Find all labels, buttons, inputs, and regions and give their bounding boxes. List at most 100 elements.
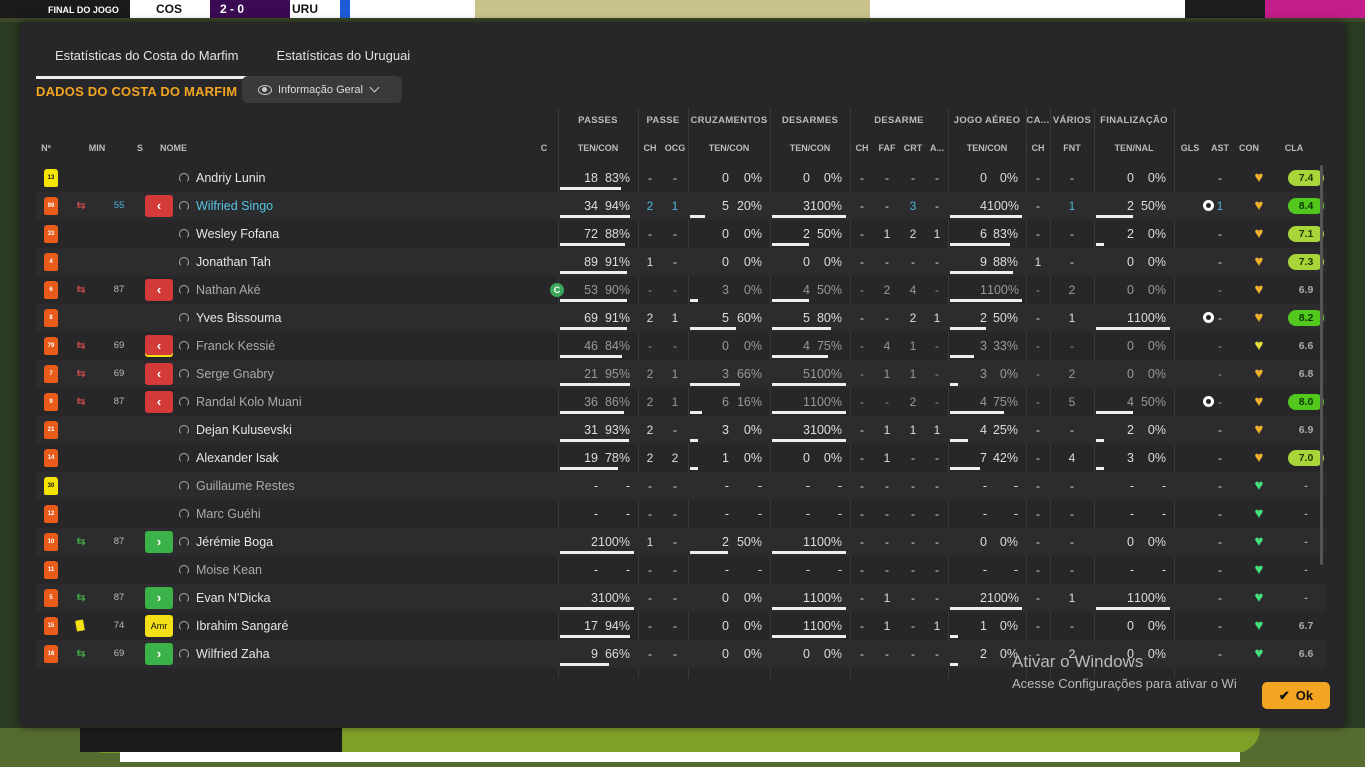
- player-name[interactable]: Yves Bissouma: [196, 304, 281, 332]
- stat-value: 2: [909, 311, 917, 325]
- stat-percent: 0%: [743, 591, 762, 605]
- stat-value: 1: [671, 311, 679, 325]
- stat-bar: [690, 327, 736, 330]
- goal-ball-icon: [1203, 396, 1214, 407]
- col-min[interactable]: MIN: [86, 138, 108, 158]
- table-row[interactable]: 33 Wesley Fofana 72 88% - -0 0% 2 50% -1 2 1 6 83% - -2…: [36, 220, 1326, 248]
- stat-percent: 0%: [1147, 283, 1166, 297]
- col-cruzamentos[interactable]: TEN/CON: [688, 138, 770, 158]
- stat-bar: [560, 635, 630, 638]
- player-name[interactable]: Serge Gnabry: [196, 360, 274, 388]
- col-ast[interactable]: AST: [1208, 138, 1232, 158]
- stat-attempts: -: [593, 479, 598, 493]
- stat-value: 1: [933, 227, 941, 241]
- table-row[interactable]: 7 ⇆ 69 ‹ Serge Gnabry 21 95% 2 1 3 66% 5 100% -1 1-3 0%…: [36, 360, 1326, 388]
- stat-value: -: [935, 339, 939, 353]
- stat-percent: 0%: [1147, 255, 1166, 269]
- player-name[interactable]: Franck Kessié: [196, 332, 275, 360]
- col-name[interactable]: NOME: [160, 138, 200, 158]
- table-row[interactable]: 11 Moise Kean - - - - - - - - - - - - - - - - - - - ♥ -: [36, 556, 1326, 584]
- heart-condition-icon: ♥: [1254, 337, 1264, 354]
- player-name[interactable]: Andriy Lunin: [196, 164, 266, 192]
- col-s[interactable]: S: [132, 138, 148, 158]
- col-a[interactable]: A...: [926, 138, 948, 158]
- view-dropdown[interactable]: Informação Geral: [242, 76, 402, 103]
- table-row[interactable]: 99 ⇆ 55 ‹ Wilfried Singo 34 94% 2 1 5 20% 3 100% - -3-…: [36, 192, 1326, 220]
- stat-value: -: [1218, 367, 1222, 381]
- stat-value: 2: [646, 199, 654, 213]
- stat-attempts: 0: [803, 451, 810, 465]
- player-name[interactable]: Randal Kolo Muani: [196, 388, 302, 416]
- stat-value: -: [885, 255, 889, 269]
- col-cla[interactable]: CLA: [1278, 138, 1310, 158]
- col-finalizacao[interactable]: TEN/NAL: [1094, 138, 1174, 158]
- shirt-number-icon: 14: [44, 449, 58, 467]
- table-row[interactable]: 6 ⇆ 87 ‹ Nathan Aké C 53 90% - -3 0% 4 50% -2 4-1 100% -…: [36, 276, 1326, 304]
- heart-condition-icon: ♥: [1254, 365, 1264, 382]
- rating-badge: 8.0: [1288, 394, 1324, 410]
- col-no[interactable]: Nº: [36, 138, 56, 158]
- sub-minute: 87: [113, 396, 125, 407]
- col-jogo-aereo[interactable]: TEN/CON: [948, 138, 1026, 158]
- table-row[interactable]: 5 ⇆ 87 › Evan N'Dicka 3 100% - -0 0% 1 100% -1- -2 100…: [36, 584, 1326, 612]
- rating-badge: -: [1304, 592, 1308, 604]
- col-con[interactable]: CON: [1234, 138, 1264, 158]
- col-passe-ch[interactable]: CH: [638, 138, 662, 158]
- player-name[interactable]: Ibrahim Sangaré: [196, 612, 288, 640]
- sub-minute: 69: [113, 368, 125, 379]
- table-row[interactable]: 10 ⇆ 87 › Jérémie Boga 2 100% 1-2 50% 1 100% - - - -0 0…: [36, 528, 1326, 556]
- col-des-ch[interactable]: CH: [850, 138, 874, 158]
- player-name[interactable]: Moise Kean: [196, 556, 262, 584]
- stat-value: -: [860, 647, 864, 661]
- shirt-number-icon: 79: [44, 337, 58, 355]
- stat-percent: 0%: [743, 647, 762, 661]
- table-row[interactable]: 14 Alexander Isak 19 78% 2 2 1 0% 0 0% -1- -7 42% -4 3…: [36, 444, 1326, 472]
- stat-value: -: [673, 619, 677, 633]
- stat-value: -: [1218, 535, 1222, 549]
- player-name[interactable]: Wilfried Singo: [196, 192, 273, 220]
- table-row[interactable]: 13 Andriy Lunin 18 83% - -0 0% 0 0% - - - -0 0% - -0 0% -…: [36, 164, 1326, 192]
- stat-bar: [560, 607, 634, 610]
- player-name[interactable]: Dejan Kulusevski: [196, 416, 292, 444]
- stat-percent: 0%: [999, 367, 1018, 381]
- player-name[interactable]: Guillaume Restes: [196, 472, 295, 500]
- stat-value: 2: [883, 283, 891, 297]
- col-c[interactable]: C: [536, 138, 552, 158]
- scrollbar[interactable]: [1320, 165, 1323, 565]
- stat-value: -: [648, 479, 652, 493]
- stat-percent: 0%: [743, 227, 762, 241]
- col-crt[interactable]: CRT: [900, 138, 926, 158]
- tab-uruguai[interactable]: Estatísticas do Uruguai: [258, 40, 430, 76]
- table-row[interactable]: 4 Jonathan Tah 89 91% 1-0 0% 0 0% - - - -9 88% 1-0 0% -…: [36, 248, 1326, 276]
- table-row[interactable]: 79 ⇆ 69 ‹ Franck Kessié 46 84% - -0 0% 4 75% -4 1-3 33…: [36, 332, 1326, 360]
- table-row[interactable]: 9 ⇆ 87 ‹ Randal Kolo Muani 36 86% 2 1 6 16% 1 100% - -…: [36, 388, 1326, 416]
- ok-button[interactable]: ✔ Ok: [1262, 682, 1330, 709]
- table-row[interactable]: 30 Guillaume Restes - - - - - - - - - - - - - - - - - - - ♥ -: [36, 472, 1326, 500]
- col-ca-ch[interactable]: CH: [1026, 138, 1050, 158]
- table-row[interactable]: 21 Dejan Kulusevski 31 93% 2-3 0% 3 100% -1 1 1 4 25…: [36, 416, 1326, 444]
- player-name[interactable]: Alexander Isak: [196, 444, 279, 472]
- shirt-number-icon: 12: [44, 505, 58, 523]
- stat-value: -: [885, 479, 889, 493]
- col-fnt[interactable]: FNT: [1050, 138, 1094, 158]
- player-name[interactable]: Nathan Aké: [196, 276, 261, 304]
- player-name[interactable]: Wilfried Zaha: [196, 640, 270, 668]
- col-desarmes[interactable]: TEN/CON: [770, 138, 850, 158]
- player-name[interactable]: Jonathan Tah: [196, 248, 271, 276]
- player-name[interactable]: Wesley Fofana: [196, 220, 279, 248]
- stat-attempts: 0: [722, 339, 729, 353]
- stat-percent: 50%: [1140, 199, 1166, 213]
- stat-attempts: -: [724, 563, 729, 577]
- tab-costa-do-marfim[interactable]: Estatísticas do Costa do Marfim: [36, 40, 258, 79]
- shirt-number-icon: 10: [44, 533, 58, 551]
- table-row[interactable]: 12 Marc Guéhi - - - - - - - - - - - - - - - - - - - ♥ -: [36, 500, 1326, 528]
- col-faf[interactable]: FAF: [874, 138, 900, 158]
- player-name[interactable]: Evan N'Dicka: [196, 584, 271, 612]
- table-row[interactable]: 15 74 Amr Ibrahim Sangaré 17 94% - -0 0% 1 100% -1-…: [36, 612, 1326, 640]
- player-name[interactable]: Marc Guéhi: [196, 500, 261, 528]
- col-passe-ocg[interactable]: OCG: [662, 138, 688, 158]
- col-passes[interactable]: TEN/CON: [558, 138, 638, 158]
- player-name[interactable]: Jérémie Boga: [196, 528, 273, 556]
- table-row[interactable]: 8 Yves Bissouma 69 91% 2 1 5 60% 5 80% - -2 1 2 50% -1 1…: [36, 304, 1326, 332]
- col-gls[interactable]: GLS: [1176, 138, 1204, 158]
